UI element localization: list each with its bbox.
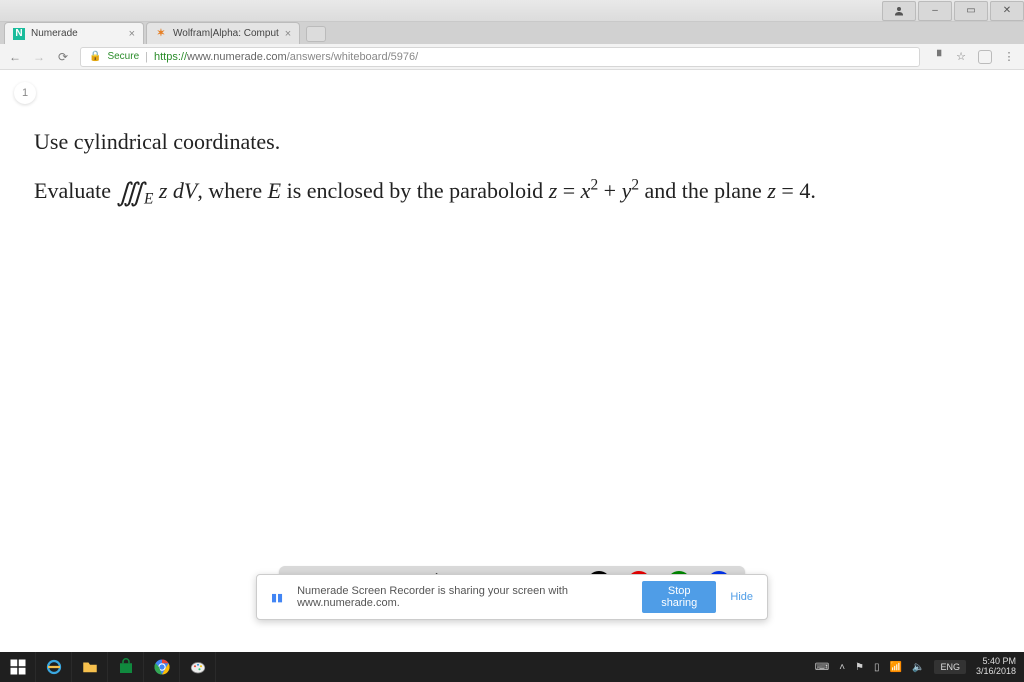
url-host: www.numerade.com xyxy=(187,51,287,63)
text-period: . xyxy=(810,178,816,203)
page-number-badge[interactable]: 1 xyxy=(14,82,36,104)
tab-close-icon[interactable]: × xyxy=(285,28,291,40)
page-content: 1 Use cylindrical coordinates. Evaluate … xyxy=(0,70,1024,652)
share-message: Numerade Screen Recorder is sharing your… xyxy=(297,585,628,609)
tab-title: Numerade xyxy=(31,28,123,39)
problem-line2: Evaluate ∭E z dV, where E is enclosed by… xyxy=(34,169,984,212)
system-tray: ⌨ ˄ ⚑ ▯ 📶 🔈 ENG 5:40 PM 3/16/2018 xyxy=(807,652,1024,682)
keyboard-icon[interactable]: ⌨ xyxy=(815,662,829,673)
eq2-eq: = xyxy=(776,178,799,203)
tray-battery-icon[interactable]: ▯ xyxy=(874,662,880,673)
eq1-plus: + xyxy=(598,178,621,203)
eq1-eq: = xyxy=(557,178,580,203)
taskbar-clock[interactable]: 5:40 PM 3/16/2018 xyxy=(976,657,1016,677)
taskbar-store[interactable] xyxy=(108,652,144,682)
nav-back-icon[interactable]: ← xyxy=(8,50,22,64)
region-var: E xyxy=(268,178,281,203)
tray-wifi-icon[interactable]: 📶 xyxy=(890,662,902,673)
screen-share-popup: ▮▮ Numerade Screen Recorder is sharing y… xyxy=(256,574,768,620)
window-user-button[interactable] xyxy=(882,1,916,21)
language-indicator[interactable]: ENG xyxy=(934,660,966,674)
hide-link[interactable]: Hide xyxy=(730,591,753,603)
clock-date: 3/16/2018 xyxy=(976,667,1016,677)
window-titlebar: – ▭ ✕ xyxy=(0,0,1024,22)
tray-flag-icon[interactable]: ⚑ xyxy=(855,662,864,673)
triple-integral-icon: ∭ xyxy=(116,172,144,214)
url-protocol: https:// xyxy=(154,51,187,63)
eq2-lhs: z xyxy=(767,178,776,203)
integral-subscript: E xyxy=(144,191,153,208)
tab-title: Wolfram|Alpha: Comput xyxy=(173,28,279,39)
browser-menu-icon[interactable]: ⋮ xyxy=(1002,50,1016,64)
eq1-x: x xyxy=(581,178,591,203)
text-and-plane: and the plane xyxy=(639,178,767,203)
url-separator: | xyxy=(145,51,148,63)
problem-statement: Use cylindrical coordinates. Evaluate ∭E… xyxy=(34,124,984,212)
window-maximize-button[interactable]: ▭ xyxy=(954,1,988,21)
eq1-y-sup: 2 xyxy=(631,177,639,194)
bookmark-star-icon[interactable]: ☆ xyxy=(954,50,968,64)
taskbar-ie[interactable] xyxy=(36,652,72,682)
taskbar-paint[interactable] xyxy=(180,652,216,682)
browser-tabstrip: N Numerade × ✶ Wolfram|Alpha: Comput × xyxy=(0,22,1024,44)
nav-forward-icon: → xyxy=(32,50,46,64)
eq1-x-sup: 2 xyxy=(590,177,598,194)
eq1-y: y xyxy=(622,178,632,203)
new-tab-button[interactable] xyxy=(306,26,326,42)
window-minimize-button[interactable]: – xyxy=(918,1,952,21)
text-evaluate: Evaluate xyxy=(34,178,116,203)
eq2-rhs: 4 xyxy=(799,178,810,203)
extension-icon[interactable] xyxy=(978,50,992,64)
secure-label: Secure xyxy=(107,51,139,62)
favicon-wolfram: ✶ xyxy=(155,28,167,40)
window-close-button[interactable]: ✕ xyxy=(990,1,1024,21)
cast-icon[interactable]: ▝ xyxy=(930,50,944,64)
start-button[interactable] xyxy=(0,652,36,682)
text-enclosed: is enclosed by the paraboloid xyxy=(281,178,549,203)
browser-tab-numerade[interactable]: N Numerade × xyxy=(4,22,144,44)
favicon-numerade: N xyxy=(13,28,25,40)
browser-toolbar: ← → ⟳ 🔒 Secure | https://www.numerade.co… xyxy=(0,44,1024,70)
tray-volume-icon[interactable]: 🔈 xyxy=(912,662,924,673)
problem-line1: Use cylindrical coordinates. xyxy=(34,124,984,159)
stop-sharing-button[interactable]: Stop sharing xyxy=(642,581,716,613)
tab-close-icon[interactable]: × xyxy=(129,28,135,40)
tray-chevron-icon[interactable]: ˄ xyxy=(839,662,845,673)
nav-reload-icon[interactable]: ⟳ xyxy=(56,50,70,64)
windows-taskbar: ⌨ ˄ ⚑ ▯ 📶 🔈 ENG 5:40 PM 3/16/2018 xyxy=(0,652,1024,682)
address-input[interactable]: 🔒 Secure | https://www.numerade.com/answ… xyxy=(80,47,920,67)
browser-tab-wolfram[interactable]: ✶ Wolfram|Alpha: Comput × xyxy=(146,22,300,44)
lock-icon: 🔒 xyxy=(89,51,101,62)
url-path: /answers/whiteboard/5976/ xyxy=(287,51,418,63)
taskbar-chrome[interactable] xyxy=(144,652,180,682)
taskbar-explorer[interactable] xyxy=(72,652,108,682)
integrand: z dV xyxy=(153,178,197,203)
eq1-lhs: z xyxy=(549,178,558,203)
share-indicator-icon: ▮▮ xyxy=(271,591,283,604)
text-where: , where xyxy=(197,178,267,203)
